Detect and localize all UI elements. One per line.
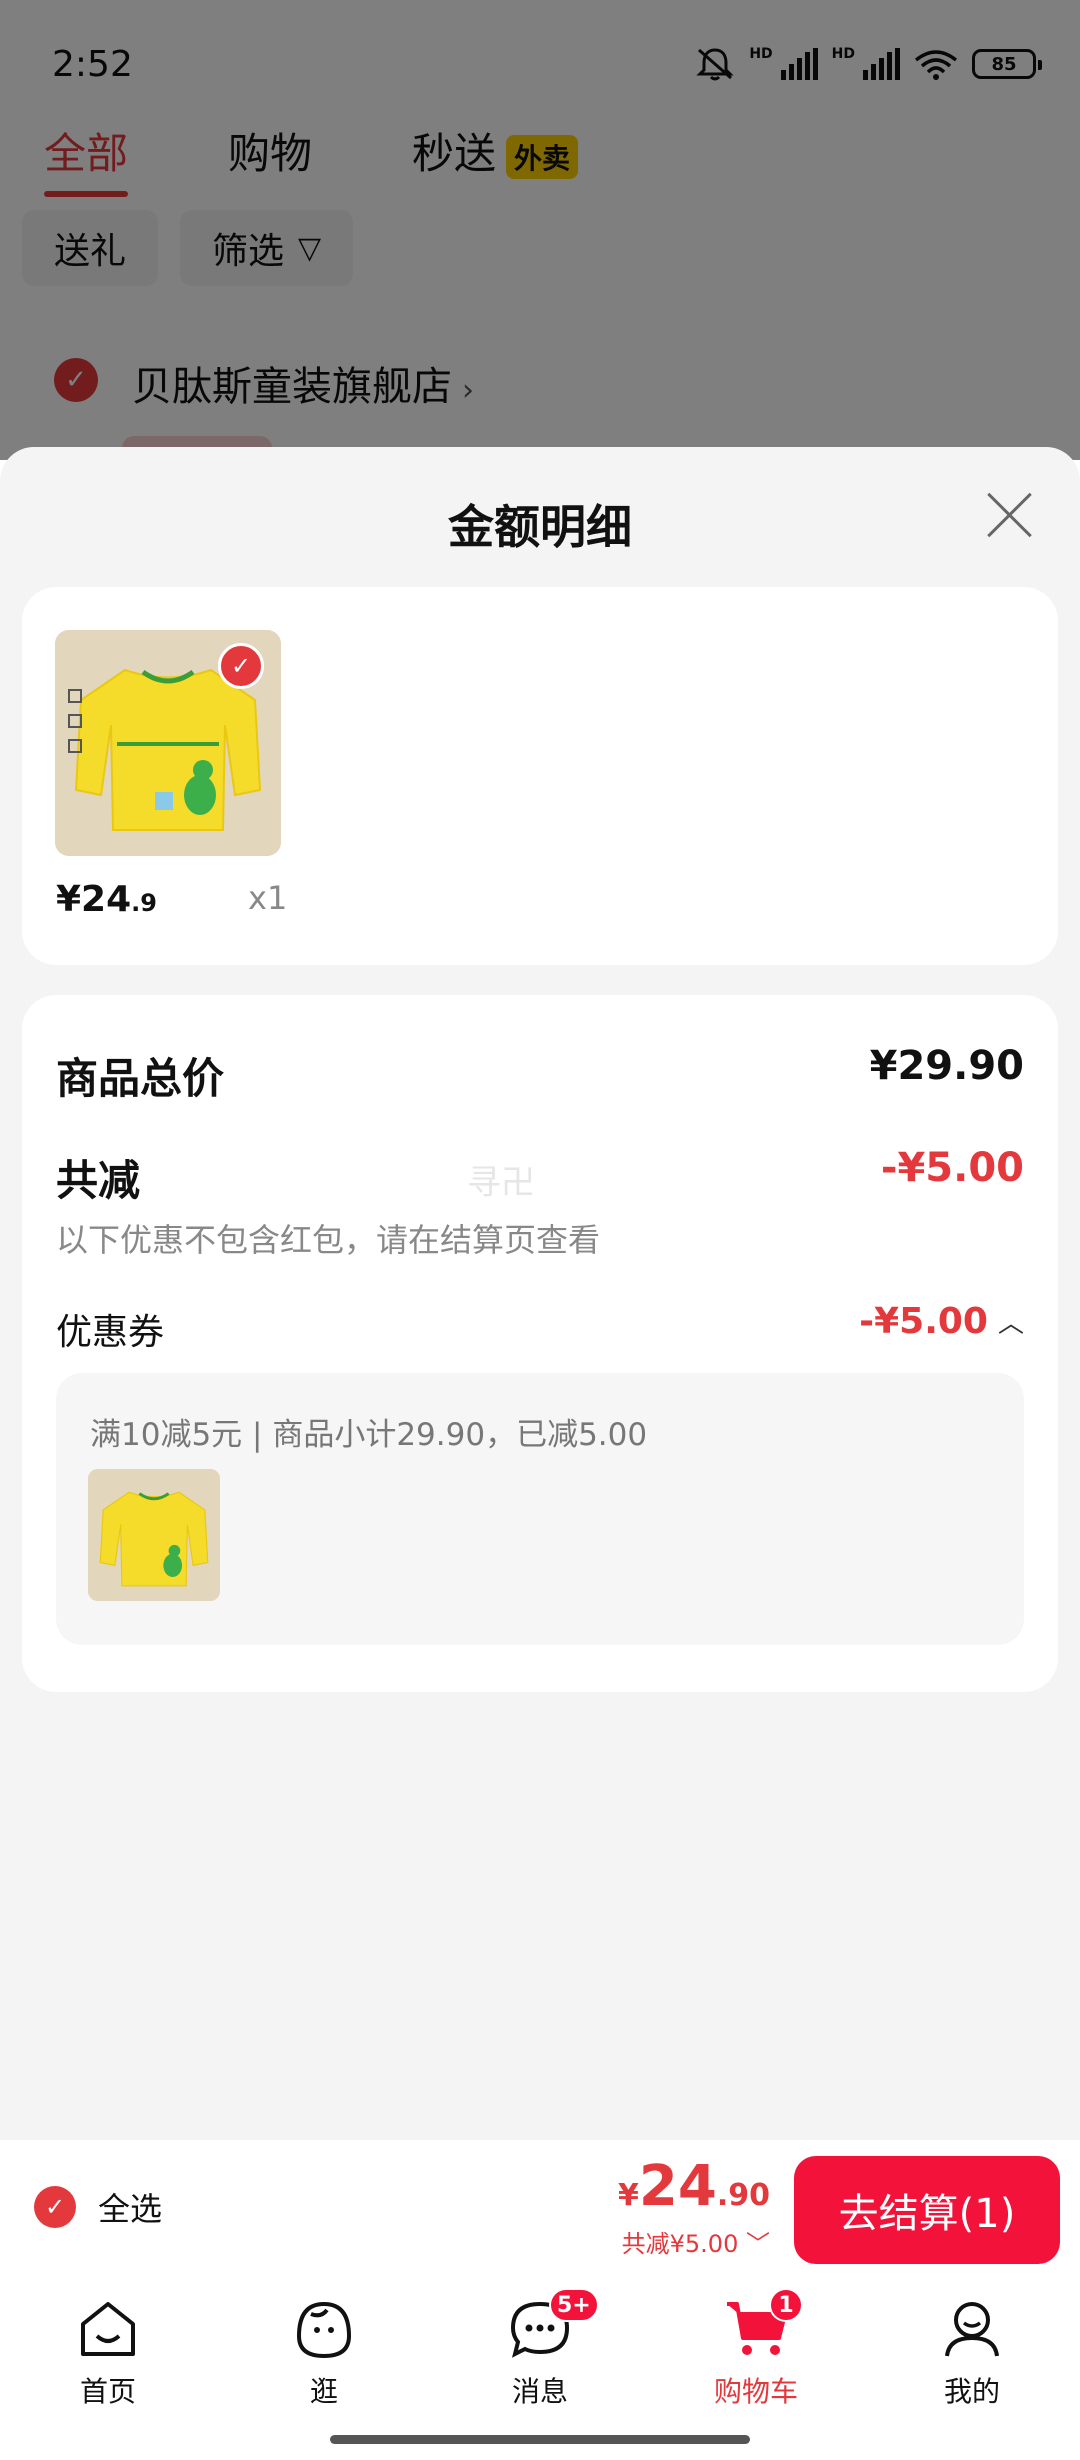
item-price: ¥24.9 <box>56 879 157 920</box>
price-summary-card: 商品总价 ¥29.90 寻卍 共减 -¥5.00 以下优惠不包含红包，请在结算页… <box>22 995 1058 1692</box>
reduce-note: 以下优惠不包含红包，请在结算页查看 <box>56 1221 601 1259</box>
nav-item-cart[interactable]: 1 购物车 <box>681 2288 831 2416</box>
checkout-total: ¥24.90 <box>618 2154 770 2219</box>
total-price-value: ¥29.90 <box>869 1043 1024 1089</box>
item-price-int: ¥24 <box>56 879 132 920</box>
coupon-product-thumbnail <box>88 1469 220 1601</box>
reduce-value: -¥5.00 <box>880 1145 1024 1191</box>
coupon-label: 优惠券 <box>56 1312 165 1353</box>
total-price-label: 商品总价 <box>56 1054 225 1103</box>
browse-face-icon <box>296 2301 352 2359</box>
checkout-reduce-toggle[interactable]: 共减¥5.00 ﹀ <box>622 2224 770 2259</box>
close-icon[interactable] <box>984 489 1036 541</box>
checkout-button[interactable]: 去结算(1) <box>794 2156 1060 2264</box>
items-card: ✓ ¥24.9 x1 <box>22 587 1058 965</box>
chevron-down-icon: ﹀ <box>746 2230 770 2258</box>
home-icon <box>81 2302 135 2356</box>
nav-item-messages[interactable]: 5+ 消息 <box>465 2288 615 2416</box>
nav-item-home[interactable]: 首页 <box>33 2296 183 2416</box>
chevron-up-icon: ︿ <box>997 1309 1024 1339</box>
nav-label-profile: 我的 <box>943 2375 1000 2408</box>
nav-item-browse[interactable]: 逛 <box>249 2296 399 2416</box>
checkout-bar: ✓ 全选 ¥24.90 共减¥5.00 ﹀ 去结算(1) <box>0 2140 1080 2278</box>
amount-detail-sheet: 金额明细 ✓ ¥24.9 x1 商品总价 ¥29.90 寻卍 共减 -¥5.00… <box>0 447 1080 2142</box>
select-all-check-icon: ✓ <box>34 2186 76 2228</box>
checkout-currency: ¥ <box>618 2178 639 2213</box>
coupon-value: -¥5.00 <box>859 1301 988 1342</box>
nav-label-messages: 消息 <box>511 2375 568 2408</box>
message-badge: 5+ <box>549 2288 599 2322</box>
bib-illustration <box>88 1469 220 1601</box>
checkout-total-dec: .90 <box>716 2178 770 2213</box>
coupon-toggle[interactable]: -¥5.00 ︿ <box>859 1301 1024 1342</box>
watermark: 寻卍 <box>467 1163 535 1203</box>
coupon-detail-box: 满10减5元 | 商品小计29.90，已减5.00 <box>56 1373 1024 1645</box>
select-all-toggle[interactable]: ✓ 全选 <box>34 2184 162 2230</box>
coupon-detail-text: 满10减5元 | 商品小计29.90，已减5.00 <box>90 1417 648 1453</box>
select-all-label: 全选 <box>98 2190 163 2228</box>
item-quantity: x1 <box>248 879 288 917</box>
nav-label-cart: 购物车 <box>713 2375 798 2408</box>
home-indicator[interactable] <box>330 2435 750 2444</box>
checkout-reduce: 共减¥5.00 <box>621 2230 739 2258</box>
checkout-total-int: 24 <box>638 2154 717 2219</box>
nav-label-browse: 逛 <box>309 2375 338 2408</box>
item-check-icon[interactable]: ✓ <box>218 643 264 689</box>
modal-overlay[interactable] <box>0 0 1080 460</box>
nav-item-profile[interactable]: 我的 <box>897 2296 1047 2416</box>
item-price-dec: .9 <box>131 889 157 917</box>
reduce-label: 共减 <box>56 1156 141 1205</box>
cart-badge: 1 <box>769 2288 803 2322</box>
bottom-nav: 首页 逛 5+ 消息 1 购物车 我的 <box>0 2278 1080 2460</box>
sheet-title: 金额明细 <box>448 500 632 554</box>
nav-label-home: 首页 <box>79 2375 136 2408</box>
profile-icon <box>945 2302 999 2357</box>
